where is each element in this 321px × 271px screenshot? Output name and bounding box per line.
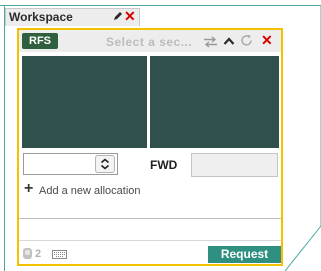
refresh-icon[interactable]	[240, 34, 253, 47]
bid-price-tile[interactable]	[22, 56, 147, 148]
caret-up-icon[interactable]	[223, 36, 235, 46]
divider	[19, 218, 281, 219]
participants-icon	[23, 248, 32, 259]
currency-pair-select[interactable]: Select a sec...	[106, 35, 192, 49]
add-allocation-link[interactable]: Add a new allocation	[39, 185, 141, 197]
request-button[interactable]: Request	[208, 246, 281, 263]
pencil-icon[interactable]	[112, 10, 124, 22]
fwd-label: FWD	[150, 158, 178, 172]
widget-close-icon[interactable]: ✕	[261, 33, 273, 48]
rfs-badge: RFS	[22, 33, 58, 49]
participants-count: 2	[35, 248, 42, 260]
amount-stepper[interactable]	[95, 155, 115, 173]
keyboard-icon[interactable]	[52, 250, 67, 259]
fwd-input[interactable]	[191, 153, 278, 177]
add-icon[interactable]: +	[24, 181, 33, 197]
ask-price-tile[interactable]	[150, 56, 279, 148]
workspace-title: Workspace	[9, 10, 73, 24]
swap-icon[interactable]	[203, 36, 218, 48]
divider	[19, 240, 281, 241]
workspace-close-icon[interactable]: ✕	[124, 9, 136, 23]
stepper-arrows-icon	[100, 158, 110, 170]
